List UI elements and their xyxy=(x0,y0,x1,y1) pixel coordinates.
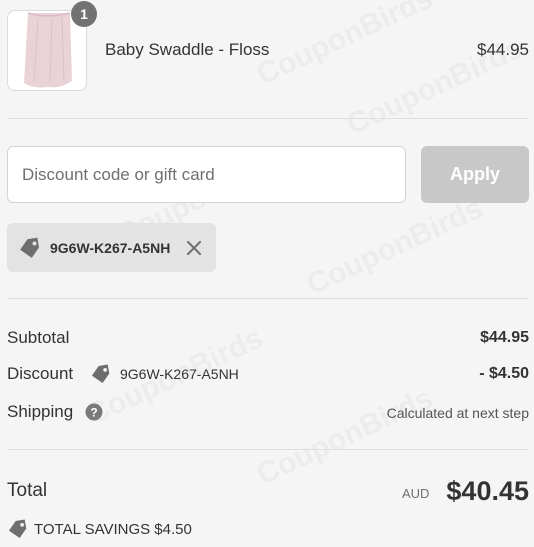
close-icon xyxy=(187,240,202,255)
subtotal-label: Subtotal xyxy=(7,328,70,347)
total-amount: $40.45 xyxy=(446,476,529,506)
divider xyxy=(7,118,529,119)
line-item: 1 Baby Swaddle - Floss $44.95 xyxy=(7,1,529,92)
subtotal-value: $44.95 xyxy=(480,329,529,346)
discount-code-input[interactable] xyxy=(7,146,406,203)
discount-row: Discount 9G6W-K267-A5NH - $4.50 xyxy=(7,362,529,386)
currency-code: AUD xyxy=(402,486,430,501)
shipping-value: Calculated at next step xyxy=(386,405,529,421)
applied-code-label: 9G6W-K267-A5NH xyxy=(50,239,171,256)
remove-code-button[interactable] xyxy=(184,238,204,258)
shipping-label: Shipping xyxy=(7,402,74,421)
apply-button[interactable]: Apply xyxy=(421,146,529,203)
shipping-row: Shipping ? Calculated at next step xyxy=(7,400,529,424)
discount-code-label: 9G6W-K267-A5NH xyxy=(120,366,239,382)
discount-label: Discount xyxy=(7,364,74,383)
discount-value: - $4.50 xyxy=(479,365,529,382)
total-label: Total xyxy=(7,480,48,501)
tag-icon xyxy=(91,364,110,384)
subtotal-row: Subtotal $44.95 xyxy=(7,326,529,350)
quantity-badge: 1 xyxy=(71,1,97,27)
tag-icon xyxy=(20,237,40,258)
product-price: $44.95 xyxy=(477,40,529,59)
watermark: CouponBirds xyxy=(302,191,489,302)
product-name: Baby Swaddle - Floss xyxy=(105,40,270,59)
svg-text:?: ? xyxy=(90,406,97,420)
order-summary: CouponBirds CouponBirds CouponBirds Coup… xyxy=(0,0,534,547)
total-savings-label: TOTAL SAVINGS $4.50 xyxy=(34,520,192,538)
discount-code: 9G6W-K267-A5NH xyxy=(90,362,239,386)
watermark: CouponBirds xyxy=(252,381,439,492)
divider xyxy=(7,298,529,299)
help-icon[interactable]: ? xyxy=(85,403,103,421)
applied-discount-chip: 9G6W-K267-A5NH xyxy=(7,223,216,272)
tag-icon xyxy=(8,519,27,539)
total-savings: TOTAL SAVINGS $4.50 xyxy=(7,517,192,541)
divider xyxy=(7,449,529,450)
